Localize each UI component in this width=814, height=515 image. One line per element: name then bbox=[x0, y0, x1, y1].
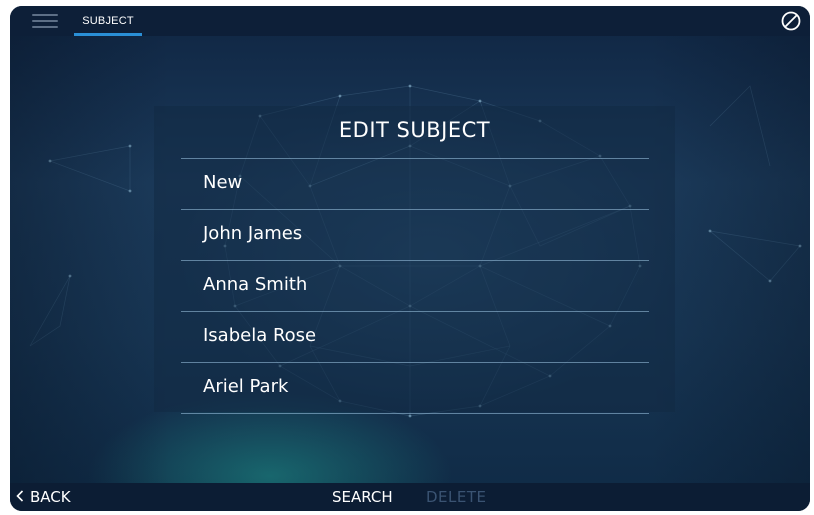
subject-item-label: Isabela Rose bbox=[203, 325, 317, 346]
top-bar: SUBJECT bbox=[10, 6, 810, 36]
hamburger-menu-icon[interactable] bbox=[32, 12, 58, 30]
app-screen: SUBJECT EDIT SUBJECT New John James Anna… bbox=[10, 6, 810, 511]
subject-item-anna-smith[interactable]: Anna Smith bbox=[181, 260, 649, 311]
bottom-bar: BACK SEARCH DELETE bbox=[10, 483, 810, 511]
back-button[interactable]: BACK bbox=[16, 483, 71, 511]
subject-list: New John James Anna Smith Isabela Rose A… bbox=[181, 158, 649, 414]
subject-item-john-james[interactable]: John James bbox=[181, 209, 649, 260]
subject-item-label: Ariel Park bbox=[203, 376, 289, 397]
delete-button: DELETE bbox=[426, 488, 487, 506]
subject-item-label: Anna Smith bbox=[203, 274, 308, 295]
subject-item-new[interactable]: New bbox=[181, 158, 649, 209]
prohibited-circle-icon[interactable] bbox=[780, 10, 802, 32]
panel-title: EDIT SUBJECT bbox=[338, 118, 491, 142]
subject-item-label: John James bbox=[203, 223, 303, 244]
subject-item-ariel-park[interactable]: Ariel Park bbox=[181, 362, 649, 414]
subject-item-isabela-rose[interactable]: Isabela Rose bbox=[181, 311, 649, 362]
search-button[interactable]: SEARCH bbox=[332, 483, 393, 511]
back-label: BACK bbox=[30, 488, 71, 506]
tab-subject[interactable]: SUBJECT bbox=[74, 6, 142, 36]
subject-item-label: New bbox=[203, 172, 243, 193]
edit-subject-panel: EDIT SUBJECT New John James Anna Smith I… bbox=[154, 106, 675, 414]
chevron-left-icon bbox=[16, 490, 24, 502]
